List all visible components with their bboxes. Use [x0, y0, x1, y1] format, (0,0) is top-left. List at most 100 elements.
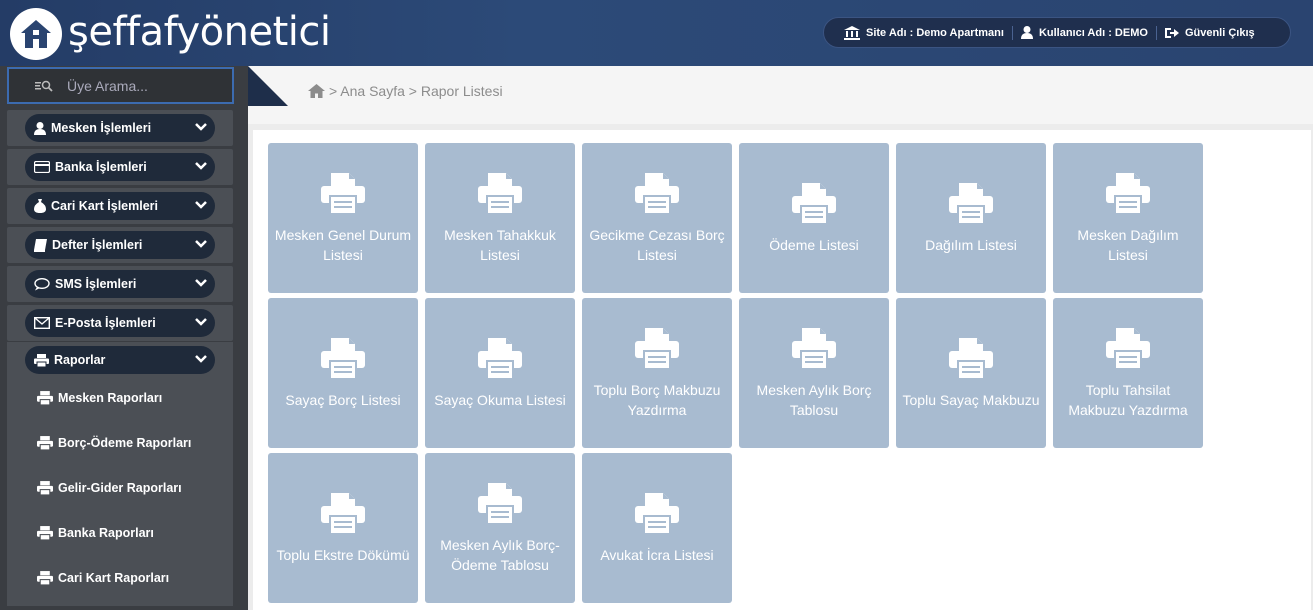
menu-eposta-islemleri[interactable]: E-Posta İşlemleri	[25, 309, 215, 337]
report-tile-label: Toplu Borç Makbuzu Yazdırma	[593, 382, 721, 418]
user-icon	[1020, 26, 1033, 39]
report-tile-label: Mesken Aylık Borç- Ödeme Tablosu	[440, 537, 560, 573]
menu-label: Mesken İşlemleri	[51, 121, 152, 135]
report-tile[interactable]: Toplu Ekstre Dökümü	[268, 453, 418, 603]
report-tile[interactable]: Mesken Dağılım Listesi	[1053, 143, 1203, 293]
report-tile-label: Mesken Dağılım Listesi	[1077, 227, 1179, 263]
report-tile[interactable]: Sayaç Borç Listesi	[268, 298, 418, 448]
report-tile[interactable]: Mesken Aylık Borç- Ödeme Tablosu	[425, 453, 575, 603]
submenu-label: Borç-Ödeme Raporları	[58, 436, 192, 450]
report-tile[interactable]: Dağılım Listesi	[896, 143, 1046, 293]
envelope-icon	[34, 317, 50, 329]
chat-icon	[34, 277, 50, 290]
report-tile[interactable]: Ödeme Listesi	[739, 143, 889, 293]
chevron-down-icon	[195, 318, 207, 326]
menu-banka-islemleri[interactable]: Banka İşlemleri	[25, 153, 215, 181]
user-name: Kullanıcı Adı : DEMO	[1013, 26, 1156, 39]
printer-icon	[37, 436, 53, 450]
printer-icon	[949, 183, 993, 225]
menu-mesken-islemleri[interactable]: Mesken İşlemleri	[25, 114, 215, 142]
printer-icon	[321, 338, 365, 380]
logout-label: Güvenli Çıkış	[1184, 26, 1255, 39]
submenu-cari-kart-raporlari[interactable]: Cari Kart Raporları	[37, 571, 169, 585]
corner-decoration	[248, 66, 288, 106]
menu-label: E-Posta İşlemleri	[55, 316, 156, 330]
bank-icon	[844, 25, 860, 40]
chevron-down-icon	[195, 201, 207, 209]
sign-out-icon	[1164, 27, 1179, 38]
member-search	[7, 67, 234, 104]
submenu-borc-odeme-raporlari[interactable]: Borç-Ödeme Raporları	[37, 436, 191, 450]
printer-icon	[792, 328, 836, 370]
printer-icon	[635, 173, 679, 215]
report-tile-label: Mesken Aylık Borç Tablosu	[756, 382, 872, 418]
menu-label: Raporlar	[54, 353, 106, 367]
report-tile[interactable]: Sayaç Okuma Listesi	[425, 298, 575, 448]
logout-button[interactable]: Güvenli Çıkış	[1157, 27, 1263, 39]
printer-icon	[635, 493, 679, 535]
report-tile-label: Dağılım Listesi	[925, 237, 1017, 253]
user-name-label: Kullanıcı Adı : DEMO	[1038, 26, 1148, 39]
report-tile[interactable]: Mesken Tahakkuk Listesi	[425, 143, 575, 293]
menu-label: Banka İşlemleri	[55, 160, 147, 174]
top-info-bar: Site Adı : Demo Apartmanı Kullanıcı Adı …	[823, 17, 1291, 48]
menu-label: SMS İşlemleri	[55, 277, 137, 291]
submenu-mesken-raporlari[interactable]: Mesken Raporları	[37, 391, 162, 405]
printer-icon	[37, 481, 53, 495]
printer-icon	[1106, 173, 1150, 215]
menu-defter-islemleri[interactable]: Defter İşlemleri	[25, 231, 215, 259]
menu-raporlar[interactable]: Raporlar	[25, 346, 215, 374]
report-tile-label: Sayaç Borç Listesi	[285, 392, 401, 408]
report-tile[interactable]: Toplu Sayaç Makbuzu	[896, 298, 1046, 448]
report-tile-label: Avukat İcra Listesi	[600, 547, 714, 563]
report-tile-label: Gecikme Cezası Borç Listesi	[589, 227, 725, 263]
report-tile-label: Mesken Genel Durum Listesi	[274, 227, 412, 263]
menu-block: Mesken İşlemleri	[7, 110, 233, 146]
menu-block: SMS İşlemleri	[7, 266, 233, 302]
menu-block: Banka İşlemleri	[7, 149, 233, 185]
report-tile[interactable]: Mesken Aylık Borç Tablosu	[739, 298, 889, 448]
menu-block: Defter İşlemleri	[7, 227, 233, 263]
printer-icon	[792, 183, 836, 225]
report-tile[interactable]: Mesken Genel Durum Listesi	[268, 143, 418, 293]
printer-icon	[478, 338, 522, 380]
report-tile[interactable]: Gecikme Cezası Borç Listesi	[582, 143, 732, 293]
report-tile[interactable]: Toplu Borç Makbuzu Yazdırma	[582, 298, 732, 448]
chevron-down-icon	[195, 355, 207, 363]
money-bag-icon	[34, 199, 46, 213]
site-name: Site Adı : Demo Apartmanı	[836, 25, 1012, 40]
printer-icon	[37, 391, 53, 405]
report-tile-label: Toplu Ekstre Dökümü	[276, 547, 410, 563]
printer-icon	[478, 483, 522, 525]
submenu-gelir-gider-raporlari[interactable]: Gelir-Gider Raporları	[37, 481, 182, 495]
logo-home-icon[interactable]	[10, 8, 62, 60]
printer-icon	[321, 493, 365, 535]
header: şeffafyönetici Site Adı : Demo Apartmanı…	[0, 0, 1313, 66]
report-tile-label: Sayaç Okuma Listesi	[434, 392, 566, 408]
breadcrumb-text[interactable]: > Ana Sayfa > Rapor Listesi	[329, 83, 503, 99]
printer-icon	[1106, 328, 1150, 370]
home-icon[interactable]	[308, 84, 325, 98]
menu-sms-islemleri[interactable]: SMS İşlemleri	[25, 270, 215, 298]
chevron-down-icon	[195, 240, 207, 248]
logo-text: şeffafyönetici	[68, 9, 331, 55]
printer-icon	[37, 526, 53, 540]
report-tile[interactable]: Toplu Tahsilat Makbuzu Yazdırma	[1053, 298, 1203, 448]
menu-cari-kart-islemleri[interactable]: Cari Kart İşlemleri	[25, 192, 215, 220]
member-search-input[interactable]	[67, 77, 217, 94]
search-list-icon	[35, 80, 53, 92]
chevron-down-icon	[195, 123, 207, 131]
menu-block: Cari Kart İşlemleri	[7, 188, 233, 224]
report-tile-label: Ödeme Listesi	[769, 237, 859, 253]
printer-icon	[321, 173, 365, 215]
submenu-label: Mesken Raporları	[58, 391, 163, 405]
reports-menu-block: Raporlar Mesken Raporları Borç-Ödeme Rap…	[7, 342, 233, 606]
printer-icon	[34, 353, 49, 367]
menu-label: Cari Kart İşlemleri	[51, 199, 158, 213]
submenu-banka-raporlari[interactable]: Banka Raporları	[37, 526, 154, 540]
printer-icon	[635, 328, 679, 370]
report-tile[interactable]: Avukat İcra Listesi	[582, 453, 732, 603]
menu-block: E-Posta İşlemleri	[7, 305, 233, 341]
credit-card-icon	[34, 161, 50, 173]
submenu-label: Cari Kart Raporları	[58, 571, 170, 585]
